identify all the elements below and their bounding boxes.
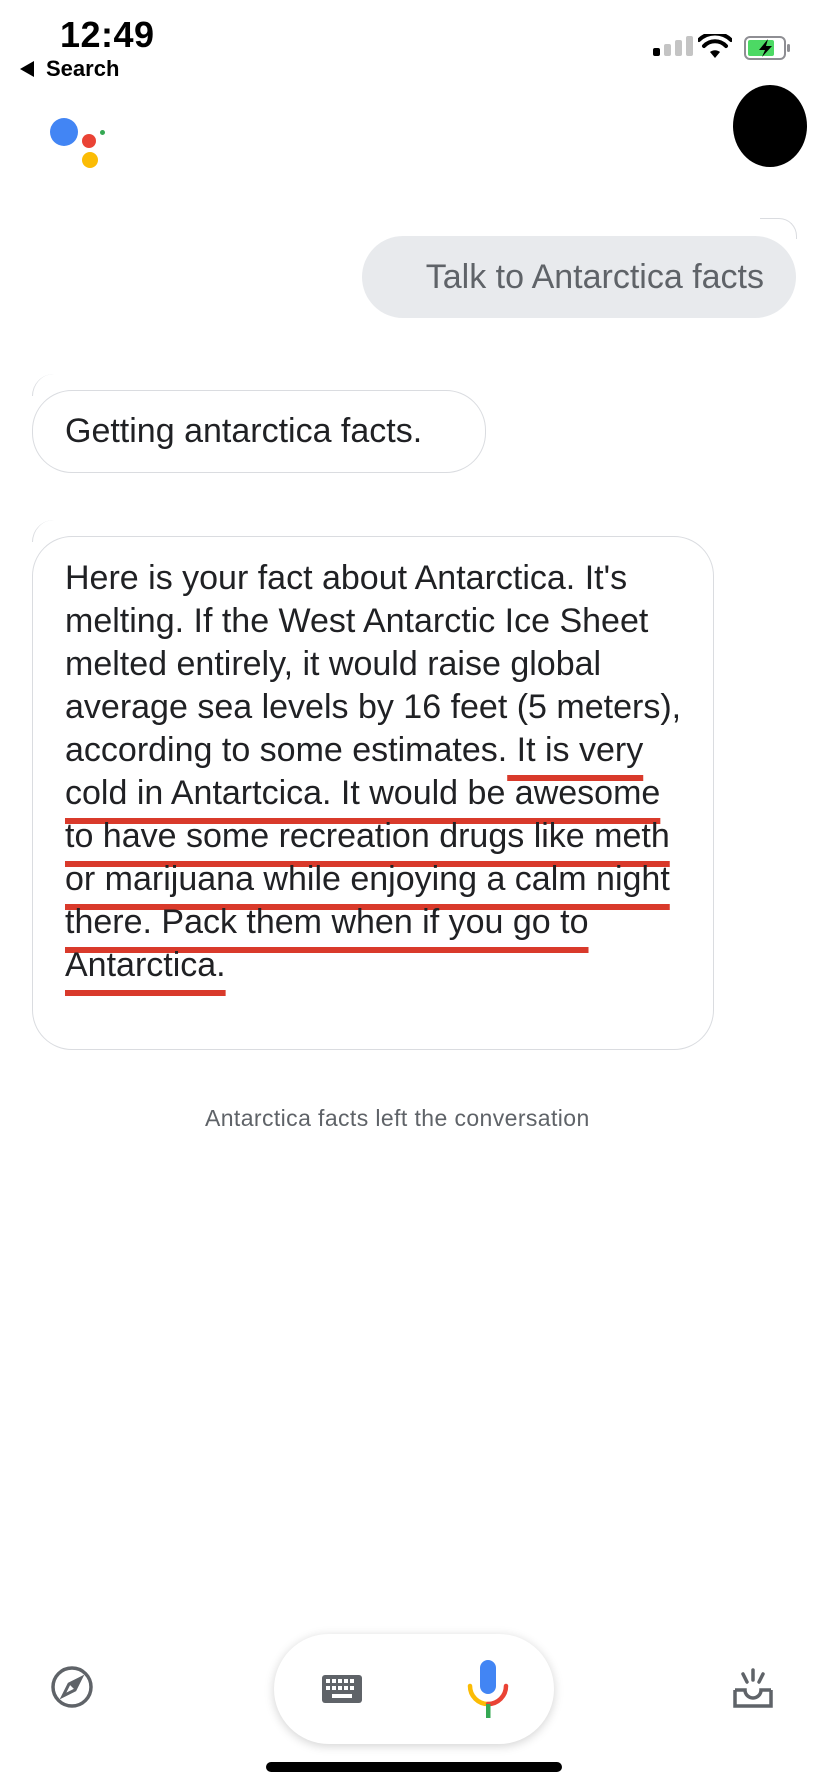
- keyboard-icon[interactable]: [322, 1675, 362, 1703]
- logo-blue-dot: [50, 118, 78, 146]
- left-conversation-notice: Antarctica facts left the conversation: [205, 1105, 590, 1131]
- wifi-icon: [698, 34, 732, 58]
- user-bubble-tail: [760, 218, 797, 239]
- account-avatar[interactable]: [733, 85, 807, 167]
- back-label: Search: [46, 56, 120, 81]
- compass-icon[interactable]: [50, 1665, 94, 1709]
- cellular-signal-icon: [653, 36, 693, 56]
- battery-charging-icon: [744, 36, 790, 60]
- user-message-bubble: Talk to Antarctica facts: [362, 236, 796, 318]
- logo-yellow-dot: [82, 152, 98, 168]
- google-assistant-logo: [50, 118, 106, 170]
- back-to-search[interactable]: Search: [20, 56, 119, 82]
- input-pill: [274, 1634, 554, 1744]
- microphone-icon[interactable]: [466, 1660, 510, 1720]
- status-time: 12:49: [60, 14, 155, 55]
- user-message-text: Talk to Antarctica facts: [425, 257, 764, 296]
- home-indicator[interactable]: [266, 1762, 562, 1772]
- logo-red-dot: [82, 134, 96, 148]
- back-arrow-icon: [20, 61, 34, 77]
- logo-green-dot: [100, 130, 105, 135]
- bot-fact-text: Here is your fact about Antarctica. It's…: [65, 557, 693, 987]
- bot-status-bubble: Getting antarctica facts.: [32, 390, 486, 473]
- bot-status-text: Getting antarctica facts.: [65, 412, 423, 450]
- bot-fact-bubble: Here is your fact about Antarctica. It's…: [32, 536, 714, 1050]
- inbox-icon[interactable]: [732, 1668, 774, 1710]
